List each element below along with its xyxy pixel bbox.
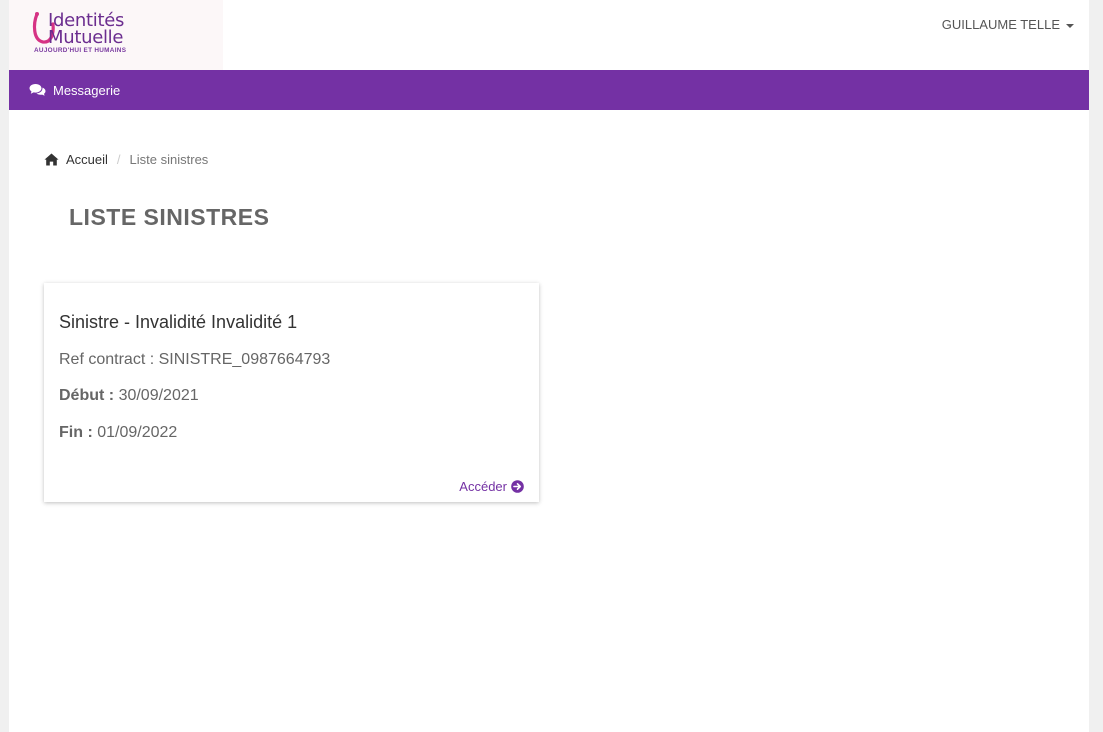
ref-value: SINISTRE_0987664793: [158, 351, 331, 368]
breadcrumb-home-label: Accueil: [66, 152, 108, 167]
ref-label: Ref contract :: [59, 351, 155, 368]
nav-item-label: Messagerie: [53, 82, 121, 98]
fin-label: Fin :: [59, 424, 93, 441]
acceder-label: Accéder: [459, 479, 507, 494]
user-name: GUILLAUME TELLE: [941, 17, 1060, 32]
debut-value: 30/09/2021: [118, 387, 199, 404]
sinistre-card: Sinistre - Invalidité Invalidité 1 Ref c…: [44, 283, 539, 502]
breadcrumb-home-link[interactable]: Accueil: [44, 152, 108, 167]
logo[interactable]: Identités Mutuelle AUJOURD'HUI ET HUMAIN…: [9, 0, 223, 70]
card-debut-line: Début : 30/09/2021: [59, 387, 199, 405]
card-title: Sinistre - Invalidité Invalidité 1: [59, 312, 298, 332]
app-frame: Identités Mutuelle AUJOURD'HUI ET HUMAIN…: [9, 0, 1089, 732]
page-title: LISTE SINISTRES: [69, 204, 270, 230]
main-navbar: Messagerie: [9, 70, 1089, 110]
logo-text-line2: Mutuelle: [48, 27, 124, 48]
breadcrumb: Accueil / Liste sinistres: [44, 152, 208, 167]
comments-icon: [29, 84, 46, 96]
caret-down-icon: [1066, 23, 1074, 28]
debut-label: Début :: [59, 387, 115, 404]
nav-item-messagerie[interactable]: Messagerie: [29, 70, 120, 110]
home-icon: [44, 153, 59, 166]
top-header: Identités Mutuelle AUJOURD'HUI ET HUMAIN…: [9, 0, 1089, 70]
fin-value: 01/09/2022: [97, 424, 178, 441]
breadcrumb-separator: /: [116, 152, 121, 167]
arrow-circle-right-icon: [511, 480, 524, 493]
acceder-link[interactable]: Accéder: [459, 479, 524, 494]
card-fin-line: Fin : 01/09/2022: [59, 424, 177, 442]
logo-tagline: AUJOURD'HUI ET HUMAINS: [34, 47, 127, 54]
breadcrumb-current: Liste sinistres: [129, 152, 209, 167]
card-ref-line: Ref contract : SINISTRE_0987664793: [59, 351, 330, 369]
user-menu-dropdown[interactable]: GUILLAUME TELLE: [942, 17, 1074, 32]
